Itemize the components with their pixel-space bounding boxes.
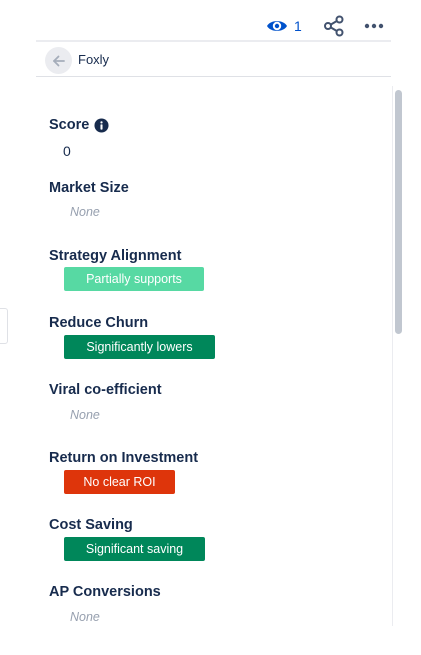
more-icon[interactable] <box>362 14 386 38</box>
score-value[interactable]: 0 <box>63 143 71 159</box>
top-toolbar: 1 <box>0 0 421 42</box>
scrollbar-thumb[interactable] <box>395 90 402 334</box>
eye-icon <box>267 21 287 31</box>
reduce-churn-label: Reduce Churn <box>49 315 149 331</box>
cost-saving-tag[interactable]: Significant saving <box>64 537 205 561</box>
collapsed-panel-edge[interactable] <box>0 308 8 344</box>
roi-tag[interactable]: No clear ROI <box>64 470 175 494</box>
market-size-label: Market Size <box>49 180 129 196</box>
toolbar-divider <box>36 40 391 42</box>
arrow-left-icon <box>52 55 65 66</box>
strategy-alignment-label: Strategy Alignment <box>49 248 182 264</box>
roi-label: Return on Investment <box>49 450 199 466</box>
reduce-churn-tag[interactable]: Significantly lowers <box>64 335 215 359</box>
ap-conversions-value[interactable]: None <box>70 610 100 624</box>
back-button[interactable] <box>45 47 72 74</box>
cost-saving-label: Cost Saving <box>49 517 133 533</box>
watch-button[interactable]: 1 <box>266 14 302 38</box>
issue-details-panel: 1 Foxly Score 0 Market Size None Strateg… <box>0 0 421 655</box>
info-icon[interactable] <box>94 118 109 133</box>
ap-conversions-label: AP Conversions <box>49 584 161 600</box>
breadcrumb-divider <box>36 76 391 77</box>
share-icon[interactable] <box>322 14 346 38</box>
score-label: Score <box>49 117 90 133</box>
strategy-alignment-tag[interactable]: Partially supports <box>64 267 204 291</box>
breadcrumb-title[interactable]: Foxly <box>78 52 109 67</box>
watch-count: 1 <box>294 18 302 34</box>
viral-coefficient-value[interactable]: None <box>70 408 100 422</box>
market-size-value[interactable]: None <box>70 205 100 219</box>
viral-coefficient-label: Viral co-efficient <box>49 382 162 398</box>
